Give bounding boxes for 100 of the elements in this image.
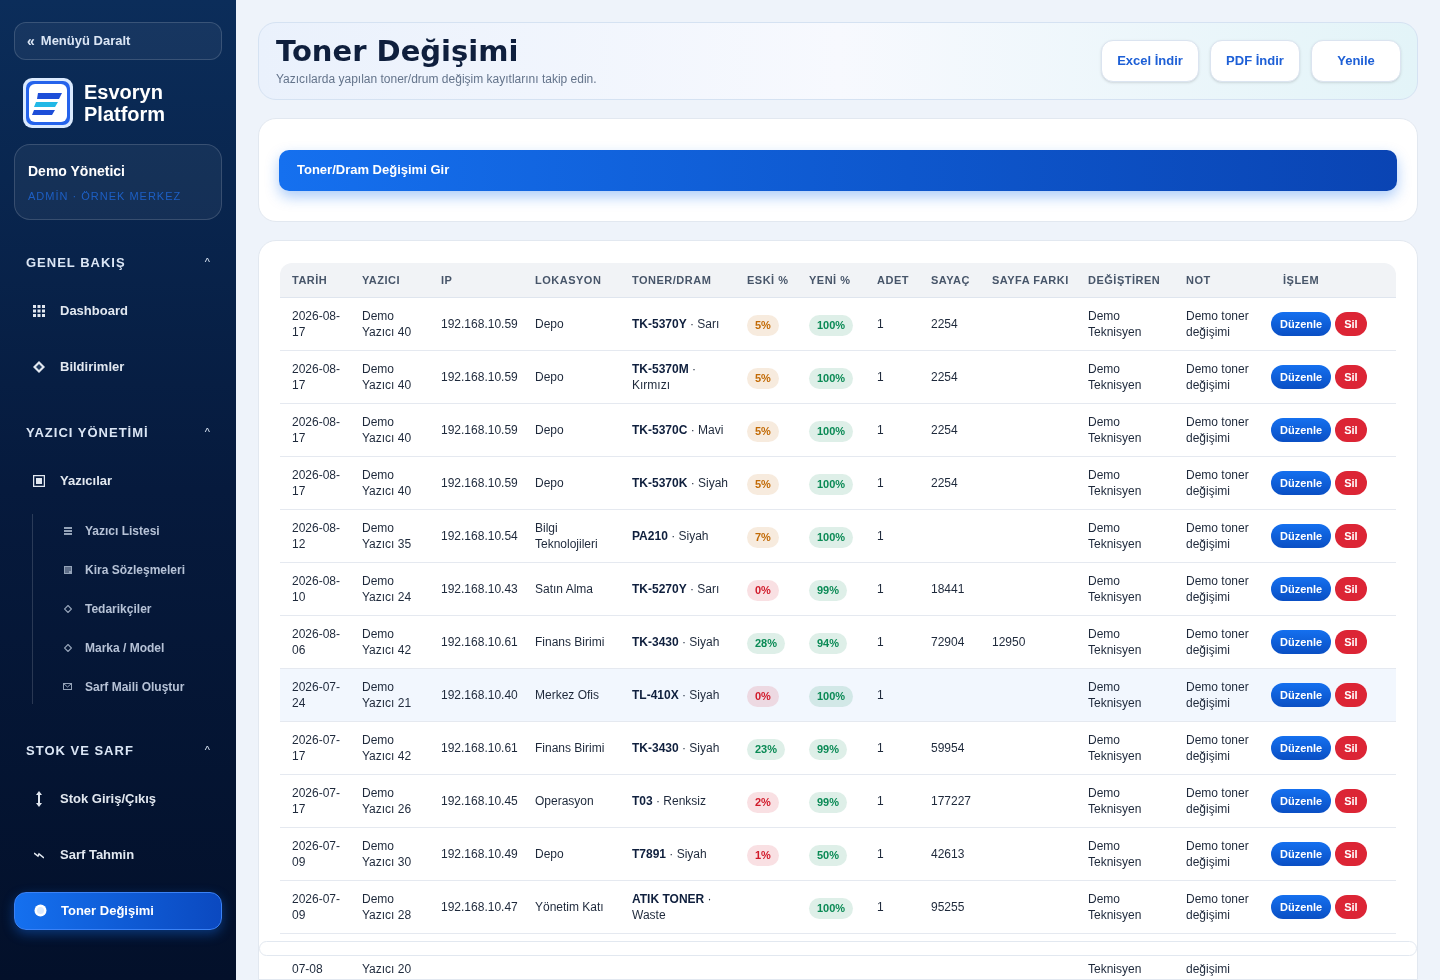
percent-badge: 100% — [809, 421, 854, 442]
table-cell: Demo Teknisyen — [1088, 786, 1142, 816]
percent-badge: 99% — [809, 792, 848, 813]
table-cell: Demo Teknisyen — [1088, 733, 1142, 763]
table-cell: Operasyon — [535, 794, 594, 808]
table-cell: Demo Yazıcı 30 — [362, 839, 412, 869]
table-cell: Satın Alma — [535, 582, 594, 596]
table-cell: 192.168.10.49 — [441, 847, 518, 861]
toolbar-button[interactable]: Yenile — [1311, 40, 1401, 82]
delete-button[interactable]: Sil — [1335, 736, 1367, 760]
table-cell: 1 — [877, 582, 884, 596]
logo-icon — [22, 77, 74, 129]
edit-button[interactable]: Düzenle — [1271, 683, 1332, 707]
nav-item[interactable]: Yazıcılar — [14, 461, 222, 500]
sub-nav-item[interactable]: Kira Sözleşmeleri — [33, 558, 222, 581]
nav-item[interactable]: Toner Değişimi — [14, 891, 222, 930]
sub-nav-item[interactable]: Tedarikçiler — [33, 597, 222, 620]
delete-button[interactable]: Sil — [1335, 683, 1367, 707]
nav-item[interactable]: Stok Giriş/Çıkış — [14, 779, 222, 818]
delete-button[interactable]: Sil — [1335, 842, 1367, 866]
table-cell: 2026-08-17 — [292, 309, 341, 339]
table-cell: 1 — [877, 635, 884, 649]
table-cell: PA210 · Siyah — [632, 529, 709, 543]
collapse-toggle[interactable]: ^ — [204, 742, 210, 759]
table-cell: 2026-08-12 — [292, 521, 341, 551]
edit-button[interactable]: Düzenle — [1271, 365, 1332, 389]
collapse-toggle[interactable]: ^ — [204, 254, 210, 271]
column-header: ESKİ % — [746, 272, 790, 288]
edit-button[interactable]: Düzenle — [1271, 524, 1332, 548]
edit-button[interactable]: Düzenle — [1271, 895, 1332, 919]
page-subtitle: Yazıcılarda yapılan toner/drum değişim kayıtlarını takip edin. — [276, 70, 597, 88]
table-row[interactable]: 2026-07-24 Demo Yazıcı 21 192.168.10.40 Merkez Ofis TL-410X · Siyah 0% 100% 1 Demo Teknisyen Demo toner değişimi Düzenle Sil — [280, 669, 1396, 722]
collapse-menu-button[interactable]: « Menüyü Daralt — [14, 22, 222, 60]
sub-nav-item[interactable]: Marka / Model — [33, 636, 222, 659]
table-cell: 1 — [877, 317, 884, 331]
delete-button[interactable]: Sil — [1335, 524, 1367, 548]
nav-item[interactable]: Sarf Tahmin — [14, 835, 222, 874]
percent-badge: 5% — [747, 421, 779, 442]
table-cell: 192.168.10.45 — [441, 794, 518, 808]
add-change-button[interactable]: Toner/Dram Değişimi Gir — [279, 149, 1397, 191]
table-cell: Finans Birimi — [535, 635, 605, 649]
nav-item[interactable]: Dashboard — [14, 291, 222, 330]
table-cell: 2026-08-10 — [292, 574, 341, 604]
table-cell: TK-3430 · Siyah — [632, 635, 720, 649]
edit-button[interactable]: Düzenle — [1271, 471, 1332, 495]
table-cell: 1 — [877, 847, 884, 861]
table-cell: ATIK TONER · Waste — [632, 892, 712, 922]
delete-button[interactable]: Sil — [1335, 312, 1367, 336]
circle-icon — [33, 904, 47, 917]
edit-button[interactable]: Düzenle — [1271, 418, 1332, 442]
toolbar-button[interactable]: Excel İndir — [1101, 40, 1199, 82]
toolbar-button[interactable]: PDF İndir — [1210, 40, 1300, 82]
table-cell: 1 — [877, 423, 884, 437]
edit-button[interactable]: Düzenle — [1271, 577, 1332, 601]
list-icon — [63, 526, 72, 535]
edit-button[interactable]: Düzenle — [1271, 842, 1332, 866]
table-cell: Demo toner değişimi — [1186, 362, 1249, 392]
delete-button[interactable]: Sil — [1335, 789, 1367, 813]
table-cell: T03 · Renksiz — [632, 794, 707, 808]
table-cell: Depo — [535, 370, 564, 384]
delete-button[interactable]: Sil — [1335, 630, 1367, 654]
horizontal-scrollbar[interactable] — [259, 941, 1417, 956]
sub-nav-item[interactable]: Sarf Maili Oluştur — [33, 675, 222, 698]
table-cell: 2254 — [931, 476, 958, 490]
diamond-icon — [63, 643, 72, 652]
table-cell: Demo Yazıcı 24 — [362, 574, 412, 604]
table-cell: 192.168.10.59 — [441, 476, 518, 490]
delete-button[interactable]: Sil — [1335, 365, 1367, 389]
collapse-toggle[interactable]: ^ — [204, 424, 210, 441]
column-header: IP — [440, 272, 454, 288]
percent-badge: 28% — [747, 633, 786, 654]
table-cell: 1 — [877, 476, 884, 490]
delete-button[interactable]: Sil — [1335, 418, 1367, 442]
column-header: DEĞİŞTİREN — [1087, 272, 1162, 288]
table-cell: Demo Teknisyen — [1088, 839, 1142, 869]
table-cell: Demo toner değişimi — [1186, 574, 1249, 604]
table-cell: 1 — [877, 741, 884, 755]
percent-badge: 100% — [809, 527, 854, 548]
table-cell: 59954 — [931, 741, 965, 755]
sub-nav-item[interactable]: Yazıcı Listesi — [33, 519, 222, 542]
edit-button[interactable]: Düzenle — [1271, 789, 1332, 813]
table-cell: Demo Teknisyen — [1088, 362, 1142, 392]
delete-button[interactable]: Sil — [1335, 895, 1367, 919]
edit-button[interactable]: Düzenle — [1271, 736, 1332, 760]
table-cell: Demo Teknisyen — [1088, 521, 1142, 551]
table-cell: Yazıcı 20 — [362, 962, 412, 976]
table-cell: Demo Teknisyen — [1088, 627, 1142, 657]
table-cell: Demo toner değişimi — [1186, 627, 1249, 657]
table-cell: 07-08 — [292, 962, 323, 976]
table-cell: TK-5370C · Mavi — [632, 423, 724, 437]
trend-icon — [34, 850, 44, 859]
table-cell: Depo — [535, 423, 564, 437]
edit-button[interactable]: Düzenle — [1271, 312, 1332, 336]
delete-button[interactable]: Sil — [1335, 471, 1367, 495]
percent-badge: 100% — [809, 686, 854, 707]
delete-button[interactable]: Sil — [1335, 577, 1367, 601]
nav-item[interactable]: Bildirimler — [14, 347, 222, 386]
table-cell: 192.168.10.59 — [441, 370, 518, 384]
edit-button[interactable]: Düzenle — [1271, 630, 1332, 654]
table-cell: Demo Yazıcı 26 — [362, 786, 412, 816]
